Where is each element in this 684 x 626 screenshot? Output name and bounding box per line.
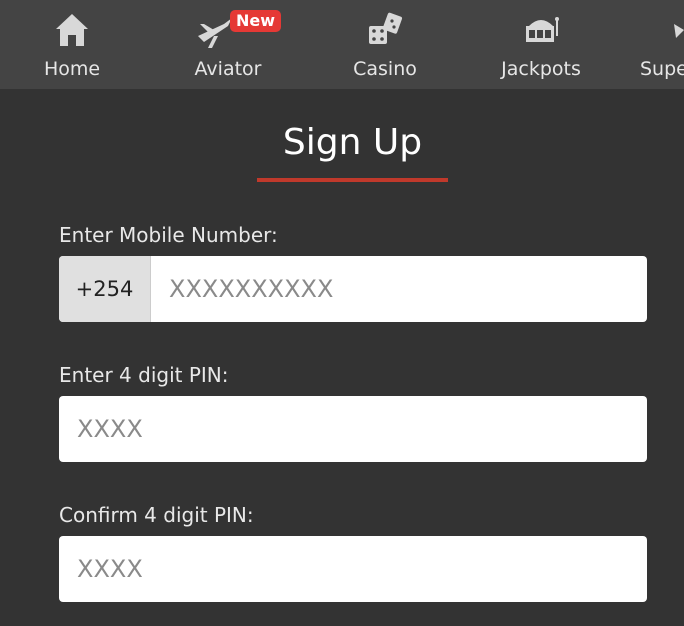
mobile-label: Enter Mobile Number: (59, 223, 278, 247)
nav-item-label: Supe (640, 58, 684, 80)
super-icon (674, 24, 684, 38)
mobile-input[interactable] (151, 256, 647, 322)
page-title: Sign Up (282, 122, 423, 163)
title-underline (257, 178, 448, 182)
mobile-field: +254 (59, 256, 647, 322)
slot-machine-icon (526, 17, 559, 42)
confirm-pin-field (59, 536, 647, 602)
nav-item-label: Jackpots (501, 58, 581, 80)
confirm-pin-label: Confirm 4 digit PIN: (59, 503, 254, 527)
country-code: +254 (59, 256, 151, 322)
nav-item-home[interactable]: Home (22, 0, 122, 89)
nav-item-casino[interactable]: Casino (335, 0, 435, 89)
nav-item-jackpots[interactable]: Jackpots (491, 0, 591, 89)
nav-item-label: Aviator (194, 58, 262, 80)
top-nav: Home New Aviator Casino Jackpots Supe (0, 0, 684, 89)
dice-icon (369, 12, 403, 44)
pin-field (59, 396, 647, 462)
pin-label: Enter 4 digit PIN: (59, 363, 229, 387)
nav-item-aviator[interactable]: New Aviator (178, 0, 282, 89)
confirm-pin-input[interactable] (59, 536, 647, 602)
pin-input[interactable] (59, 396, 647, 462)
nav-item-label: Home (43, 58, 101, 80)
nav-item-label: Casino (353, 58, 417, 80)
home-icon (56, 14, 88, 46)
new-badge: New (230, 10, 282, 32)
nav-item-super[interactable]: Supe (640, 0, 684, 89)
